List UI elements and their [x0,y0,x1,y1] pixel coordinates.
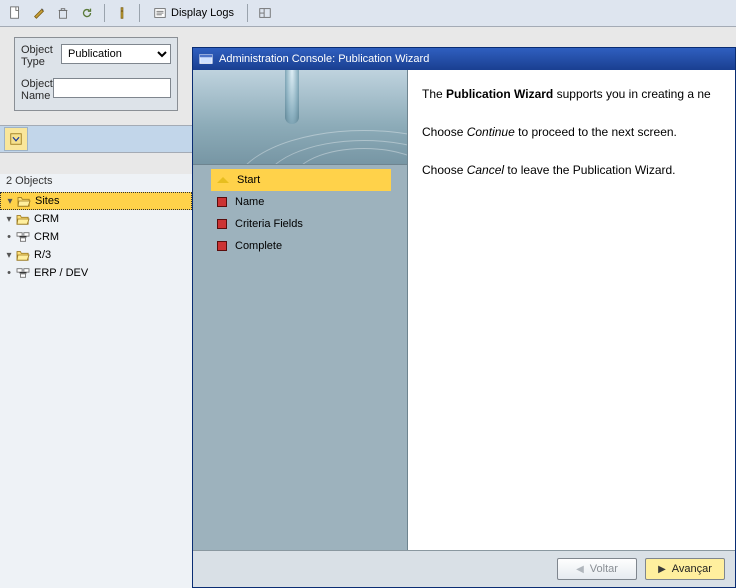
wizard-step-label: Criteria Fields [235,218,303,230]
site-icon [16,231,30,243]
step-pending-icon [217,241,227,251]
right-arrow-icon: ▶ [658,564,666,575]
wizard-step-start[interactable]: Start [211,169,391,191]
tree-pane: 2 Objects ▾ Sites ▾ [0,174,193,588]
wizard-next-label: Avançar [672,563,712,575]
window-icon [199,52,213,66]
wizard-step-label: Name [235,196,264,208]
wizard-step-list: Start Name Criteria Fields Complete [211,169,391,257]
wizard-back-label: Voltar [590,563,618,575]
toolbar-separator [139,4,140,22]
tree-toggle-icon[interactable]: ▾ [4,214,14,225]
site-icon [16,267,30,279]
wizard-next-button[interactable]: ▶ Avançar [645,558,725,580]
open-folder-icon [16,213,30,225]
wizard-left-pane: Start Name Criteria Fields Complete [193,70,408,550]
wizard-text-intro: The Publication Wizard supports you in c… [422,84,721,104]
step-pending-icon [217,219,227,229]
layout-button[interactable] [254,2,276,24]
wizard-step-complete[interactable]: Complete [211,235,391,257]
object-type-label: Object Type [21,44,61,68]
wizard-title-label: Administration Console: Publication Wiza… [219,53,429,65]
filter-box: Object Type Publication Object Name [14,37,178,111]
object-name-input[interactable] [53,78,171,98]
tree-bullet-icon: • [4,231,14,243]
object-tree: ▾ Sites ▾ CRM [0,192,192,282]
display-logs-button[interactable]: Display Logs [146,2,241,24]
wizard-body: Start Name Criteria Fields Complete The … [193,70,735,550]
tree-node-crm-folder[interactable]: ▾ CRM [0,210,192,228]
display-logs-label: Display Logs [171,7,234,19]
expand-collapse-button[interactable] [4,127,28,151]
object-type-select[interactable]: Publication [61,44,171,64]
tree-bullet-icon: • [4,267,14,279]
app-toolbar: Display Logs [0,0,736,27]
tree-toggle-icon[interactable]: ▾ [5,196,15,207]
tree-node-r3-folder[interactable]: ▾ R/3 [0,246,192,264]
info-button[interactable] [111,2,133,24]
tree-node-label: ERP / DEV [32,267,90,279]
toolbar-separator [104,4,105,22]
delete-button[interactable] [52,2,74,24]
tree-node-crm-site[interactable]: • CRM [0,228,192,246]
tree-node-label: Sites [33,195,61,207]
tree-header: 2 Objects [0,174,192,192]
wizard-step-label: Start [237,174,260,186]
step-pending-icon [217,197,227,207]
wizard-step-label: Complete [235,240,282,252]
wizard-titlebar: Administration Console: Publication Wiza… [193,48,735,70]
tree-node-sites[interactable]: ▾ Sites [0,192,192,210]
wizard-hero-image [193,70,407,165]
refresh-button[interactable] [76,2,98,24]
open-folder-icon [17,195,31,207]
wizard-content-pane: The Publication Wizard supports you in c… [408,70,735,550]
wizard-back-button[interactable]: ◀ Voltar [557,558,637,580]
new-button[interactable] [4,2,26,24]
object-name-label: Object Name [21,78,53,102]
open-folder-icon [16,249,30,261]
wizard-button[interactable] [28,2,50,24]
tree-node-label: R/3 [32,249,53,261]
tree-node-label: CRM [32,231,61,243]
wizard-step-criteria[interactable]: Criteria Fields [211,213,391,235]
wizard-step-name[interactable]: Name [211,191,391,213]
wizard-footer: ◀ Voltar ▶ Avançar [193,550,735,587]
tree-node-label: CRM [32,213,61,225]
publication-wizard-dialog: Administration Console: Publication Wiza… [192,47,736,588]
wizard-text-continue: Choose Continue to proceed to the next s… [422,122,721,142]
wizard-text-cancel: Choose Cancel to leave the Publication W… [422,160,721,180]
tree-toggle-icon[interactable]: ▾ [4,250,14,261]
tree-node-erp-dev-site[interactable]: • ERP / DEV [0,264,192,282]
left-arrow-icon: ◀ [576,564,584,575]
step-active-icon [217,171,229,183]
toolbar-separator [247,4,248,22]
